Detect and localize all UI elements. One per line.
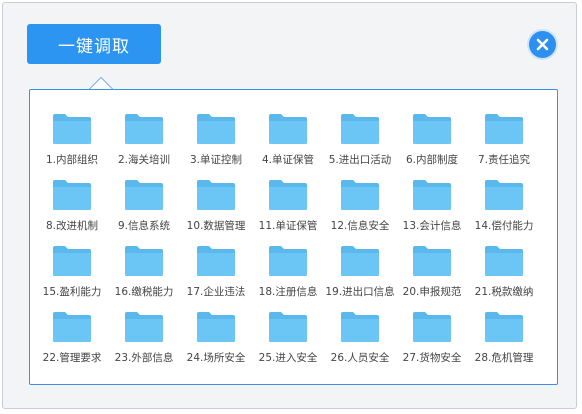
- folder-item[interactable]: 5.进出口活动: [324, 112, 396, 178]
- folder-label: 19.进出口信息: [325, 286, 395, 298]
- folder-grid: 1.内部组织 2.海关培训 3.单证控制 4.单证保管 5.进出口活动 6.内部制度 7.责…: [36, 112, 540, 376]
- folder-label: 22.管理要求: [42, 352, 102, 364]
- folder-icon: [269, 114, 307, 144]
- folder-item[interactable]: 18.注册信息: [252, 244, 324, 310]
- folder-label: 10.数据管理: [186, 220, 246, 232]
- folder-icon: [53, 114, 91, 144]
- folder-icon: [197, 312, 235, 342]
- folder-item[interactable]: 2.海关培训: [108, 112, 180, 178]
- folder-icon: [413, 246, 451, 276]
- folder-item[interactable]: 14.偿付能力: [468, 178, 540, 244]
- folder-panel: 1.内部组织 2.海关培训 3.单证控制 4.单证保管 5.进出口活动 6.内部制度 7.责…: [29, 89, 558, 385]
- folder-item[interactable]: 12.信息安全: [324, 178, 396, 244]
- folder-label: 21.税款缴纳: [474, 286, 534, 298]
- folder-item[interactable]: 27.货物安全: [396, 310, 468, 376]
- folder-icon: [53, 312, 91, 342]
- folder-label: 2.海关培训: [117, 154, 171, 166]
- folder-label: 1.内部组织: [45, 154, 99, 166]
- folder-item[interactable]: 4.单证保管: [252, 112, 324, 178]
- folder-label: 3.单证控制: [189, 154, 243, 166]
- folder-icon: [413, 312, 451, 342]
- folder-label: 20.申报规范: [402, 286, 462, 298]
- folder-icon: [197, 180, 235, 210]
- folder-label: 14.偿付能力: [474, 220, 534, 232]
- panel-pointer: [89, 77, 113, 89]
- folder-item[interactable]: 26.人员安全: [324, 310, 396, 376]
- folder-icon: [485, 312, 523, 342]
- folder-item[interactable]: 10.数据管理: [180, 178, 252, 244]
- folder-item[interactable]: 28.危机管理: [468, 310, 540, 376]
- folder-icon: [341, 312, 379, 342]
- folder-icon: [485, 114, 523, 144]
- folder-label: 28.危机管理: [474, 352, 534, 364]
- close-button[interactable]: [529, 31, 556, 58]
- close-icon: [536, 38, 549, 51]
- folder-icon: [413, 180, 451, 210]
- folder-item[interactable]: 15.盈利能力: [36, 244, 108, 310]
- folder-label: 17.企业违法: [186, 286, 246, 298]
- folder-label: 11.单证保管: [258, 220, 318, 232]
- folder-item[interactable]: 11.单证保管: [252, 178, 324, 244]
- folder-label: 16.缴税能力: [114, 286, 174, 298]
- folder-icon: [341, 180, 379, 210]
- folder-label: 8.改进机制: [45, 220, 99, 232]
- folder-label: 15.盈利能力: [42, 286, 102, 298]
- folder-icon: [197, 114, 235, 144]
- folder-item[interactable]: 13.会计信息: [396, 178, 468, 244]
- folder-icon: [341, 114, 379, 144]
- folder-icon: [269, 246, 307, 276]
- folder-label: 9.信息系统: [117, 220, 171, 232]
- folder-label: 12.信息安全: [330, 220, 390, 232]
- folder-item[interactable]: 7.责任追究: [468, 112, 540, 178]
- folder-item[interactable]: 21.税款缴纳: [468, 244, 540, 310]
- folder-icon: [125, 114, 163, 144]
- folder-icon: [341, 246, 379, 276]
- one-click-fetch-button[interactable]: 一键调取: [27, 24, 161, 64]
- folder-item[interactable]: 19.进出口信息: [324, 244, 396, 310]
- folder-icon: [269, 312, 307, 342]
- folder-label: 13.会计信息: [402, 220, 462, 232]
- folder-label: 24.场所安全: [186, 352, 246, 364]
- folder-label: 25.进入安全: [258, 352, 318, 364]
- folder-item[interactable]: 22.管理要求: [36, 310, 108, 376]
- folder-icon: [53, 246, 91, 276]
- folder-item[interactable]: 6.内部制度: [396, 112, 468, 178]
- folder-icon: [125, 312, 163, 342]
- folder-label: 5.进出口活动: [328, 154, 392, 166]
- folder-item[interactable]: 8.改进机制: [36, 178, 108, 244]
- folder-icon: [485, 246, 523, 276]
- folder-item[interactable]: 1.内部组织: [36, 112, 108, 178]
- folder-label: 6.内部制度: [405, 154, 459, 166]
- folder-label: 4.单证保管: [261, 154, 315, 166]
- folder-item[interactable]: 17.企业违法: [180, 244, 252, 310]
- folder-icon: [269, 180, 307, 210]
- folder-item[interactable]: 16.缴税能力: [108, 244, 180, 310]
- folder-icon: [413, 114, 451, 144]
- folder-item[interactable]: 20.申报规范: [396, 244, 468, 310]
- folder-icon: [125, 246, 163, 276]
- folder-label: 7.责任追究: [477, 154, 531, 166]
- folder-label: 27.货物安全: [402, 352, 462, 364]
- folder-item[interactable]: 25.进入安全: [252, 310, 324, 376]
- folder-icon: [485, 180, 523, 210]
- folder-label: 26.人员安全: [330, 352, 390, 364]
- folder-item[interactable]: 23.外部信息: [108, 310, 180, 376]
- folder-icon: [197, 246, 235, 276]
- folder-icon: [125, 180, 163, 210]
- folder-label: 18.注册信息: [258, 286, 318, 298]
- folder-item[interactable]: 9.信息系统: [108, 178, 180, 244]
- folder-item[interactable]: 24.场所安全: [180, 310, 252, 376]
- retrieve-dialog: 一键调取 1.内部组织 2.海关培训 3.单证控制 4.单证保管 5.进出口活动 6.内部…: [2, 2, 577, 409]
- folder-label: 23.外部信息: [114, 352, 174, 364]
- folder-item[interactable]: 3.单证控制: [180, 112, 252, 178]
- folder-icon: [53, 180, 91, 210]
